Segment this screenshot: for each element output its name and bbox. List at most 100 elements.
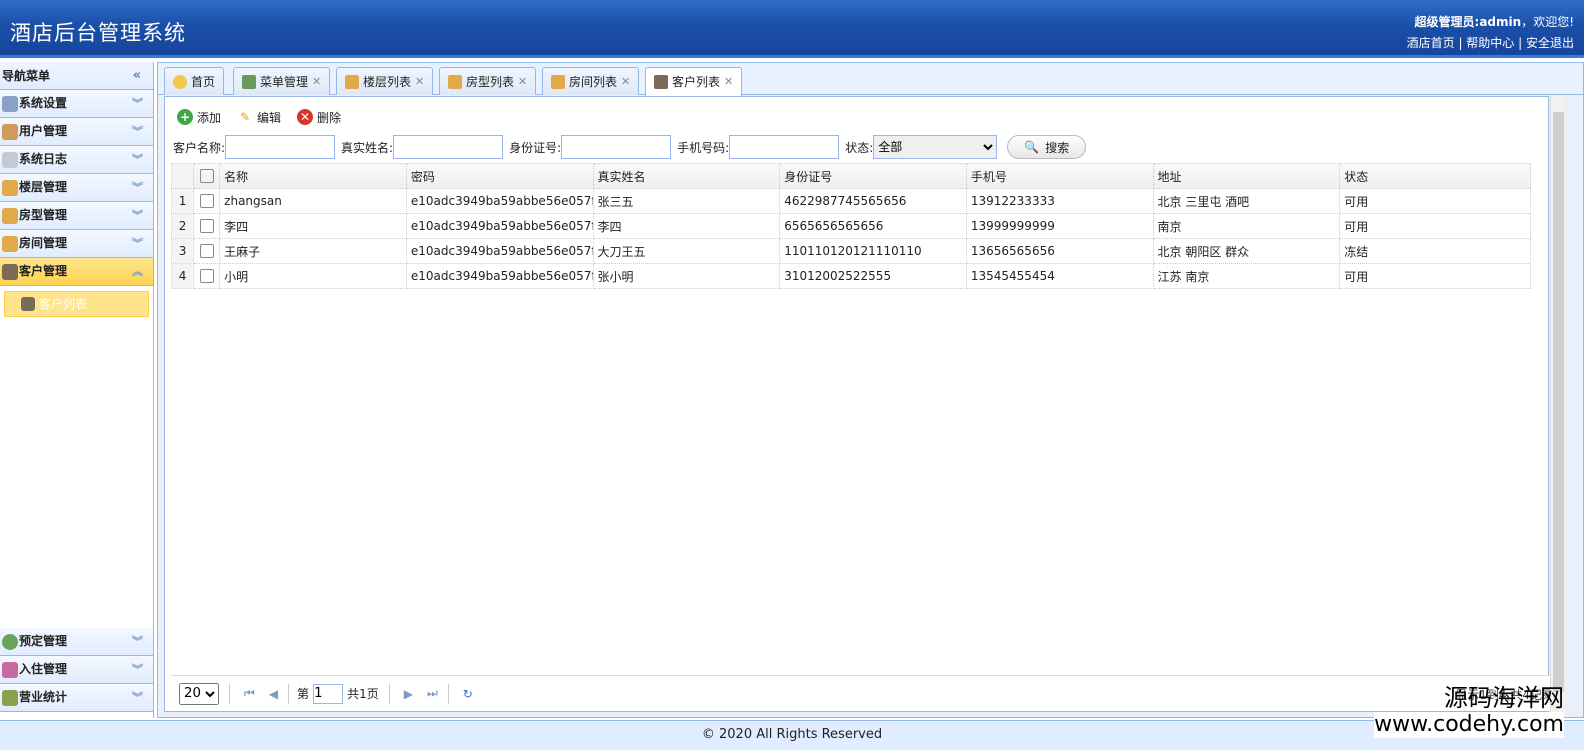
sidebar-item-users[interactable]: 用户管理 ︾ [0,118,153,146]
table-row[interactable]: 2 李四 e10adc3949ba59abbe56e057f2 李四 65656… [170,213,1531,239]
first-page-icon[interactable]: ⏮ [244,686,255,701]
edit-button[interactable]: ✎ 编辑 [237,109,281,126]
sidebar-item-system-settings[interactable]: 系统设置 ︾ [0,90,153,118]
checkbox[interactable] [199,169,214,184]
customer-name-input[interactable] [225,135,336,159]
row-checkbox[interactable] [193,238,221,264]
sidebar-item-customers[interactable]: 客户管理 ︽ [0,258,153,286]
page-number-input[interactable] [313,683,344,704]
sidebar-item-checkin[interactable]: 入住管理 ︾ [0,656,153,684]
search-icon: 🔍 [1024,140,1040,154]
cell-phone: 13656565656 [965,238,1154,264]
customer-list-panel: + 添加 ✎ 编辑 ✕ 删除 客户名称: 真实姓名: 身份证号: 手机号码: 状态: … [164,96,1556,712]
tab-home[interactable]: 首页 [164,67,225,95]
cell-password: e10adc3949ba59abbe56e057f2 [405,213,594,239]
col-phone[interactable]: 手机号 [965,163,1154,189]
sidebar-item-room-types[interactable]: 房型管理 ︾ [0,202,153,230]
checkbox[interactable] [199,269,214,284]
sidebar-item-stats[interactable]: 营业统计 ︾ [0,684,153,712]
vertical-scrollbar[interactable] [1550,96,1565,712]
idcard-input[interactable] [561,135,672,159]
table-row[interactable]: 1 zhangsan e10adc3949ba59abbe56e057f2 张三… [170,188,1531,214]
sidebar-item-rooms[interactable]: 房间管理 ︾ [0,230,153,258]
sidebar-title-text: 导航菜单 [2,69,51,83]
table-row[interactable]: 3 王麻子 e10adc3949ba59abbe56e057f2 大刀王五 11… [170,238,1531,264]
yen-icon [2,689,18,706]
realname-input[interactable] [393,135,504,159]
chevron-down-icon: ︾ [132,691,143,704]
close-icon[interactable]: ✕ [312,69,321,95]
log-icon [2,151,18,168]
row-number: 4 [170,263,195,289]
col-password[interactable]: 密码 [405,163,594,189]
submenu-customer-list[interactable]: 客户列表 [4,291,149,317]
status-select[interactable]: 全部 [873,135,998,159]
refresh-icon[interactable]: ↻ [463,687,473,701]
col-address[interactable]: 地址 [1152,163,1341,189]
cell-address: 北京 三里屯 酒吧 [1152,188,1341,214]
cell-password: e10adc3949ba59abbe56e057f2 [405,238,594,264]
table-row[interactable]: 4 小明 e10adc3949ba59abbe56e057f2 张小明 3101… [170,263,1531,289]
collapse-icon[interactable]: « [133,62,141,90]
select-all-checkbox[interactable] [193,163,221,189]
col-status[interactable]: 状态 [1339,163,1531,189]
chevron-down-icon: ︾ [132,181,143,194]
wrench-icon [2,95,18,112]
main-area: 首页 菜单管理 ✕ 楼层列表 ✕ 房型列表 ✕ 房间列表 ✕ 客户列表 ✕ + 添加 ✎ 编辑… [157,62,1584,718]
checkbox[interactable] [199,219,214,234]
close-icon[interactable]: ✕ [415,69,424,95]
col-name[interactable]: 名称 [219,163,407,189]
row-checkbox[interactable] [193,263,221,289]
submenu-label: 客户列表 [39,297,88,311]
next-page-icon[interactable]: ▶ [404,687,413,701]
row-checkbox[interactable] [193,188,221,214]
row-number: 3 [170,238,195,264]
tab-room-type-list[interactable]: 房型列表 ✕ [439,67,537,95]
greeting-suffix: ，欢迎您! [1521,15,1574,29]
tab-room-list[interactable]: 房间列表 ✕ [542,67,640,95]
add-button[interactable]: + 添加 [177,109,221,126]
cell-name: zhangsan [219,188,407,214]
cell-name: 李四 [219,213,407,239]
cell-password: e10adc3949ba59abbe56e057f2 [405,188,594,214]
checkbox[interactable] [199,244,214,259]
cell-status: 可用 [1339,263,1531,289]
tab-customer-list[interactable]: 客户列表 ✕ [645,67,743,96]
tab-label: 菜单管理 [260,74,309,89]
search-button[interactable]: 🔍 搜索 [1007,135,1087,159]
tab-floor-list[interactable]: 楼层列表 ✕ [336,67,434,95]
prev-page-icon[interactable]: ◀ [269,687,278,701]
divider [447,683,449,704]
divider [288,683,290,704]
sidebar-item-label: 营业统计 [19,690,68,704]
last-page-icon[interactable]: ⏭ [427,686,438,701]
page-total: 共1页 [347,687,379,701]
page-size-select[interactable]: 20 [179,682,219,705]
close-icon[interactable]: ✕ [621,69,630,95]
help-center-link[interactable]: 帮助中心 [1466,36,1514,50]
logout-link[interactable]: 安全退出 [1526,36,1574,50]
checkbox[interactable] [199,194,214,209]
app-title: 酒店后台管理系统 [10,21,186,45]
clock-icon [2,633,18,650]
row-checkbox[interactable] [193,213,221,239]
house-icon [2,207,18,224]
customer-icon [2,263,18,280]
scrollbar-thumb[interactable] [1553,112,1564,692]
tab-label: 首页 [191,74,216,89]
tab-menu-management[interactable]: 菜单管理 ✕ [233,67,331,95]
sidebar-item-logs[interactable]: 系统日志 ︾ [0,146,153,174]
row-number: 1 [170,188,195,214]
hotel-home-link[interactable]: 酒店首页 [1407,36,1455,50]
delete-button[interactable]: ✕ 删除 [297,109,341,126]
sidebar-item-reservations[interactable]: 预定管理 ︾ [0,628,153,656]
cell-phone: 13545455454 [965,263,1154,289]
close-icon[interactable]: ✕ [724,69,733,95]
chevron-down-icon: ︾ [132,209,143,222]
col-idcard[interactable]: 身份证号 [779,163,967,189]
phone-input[interactable] [729,135,840,159]
col-realname[interactable]: 真实姓名 [592,163,781,189]
tab-label: 房间列表 [569,74,618,89]
close-icon[interactable]: ✕ [518,69,527,95]
sidebar-item-floors[interactable]: 楼层管理 ︾ [0,174,153,202]
